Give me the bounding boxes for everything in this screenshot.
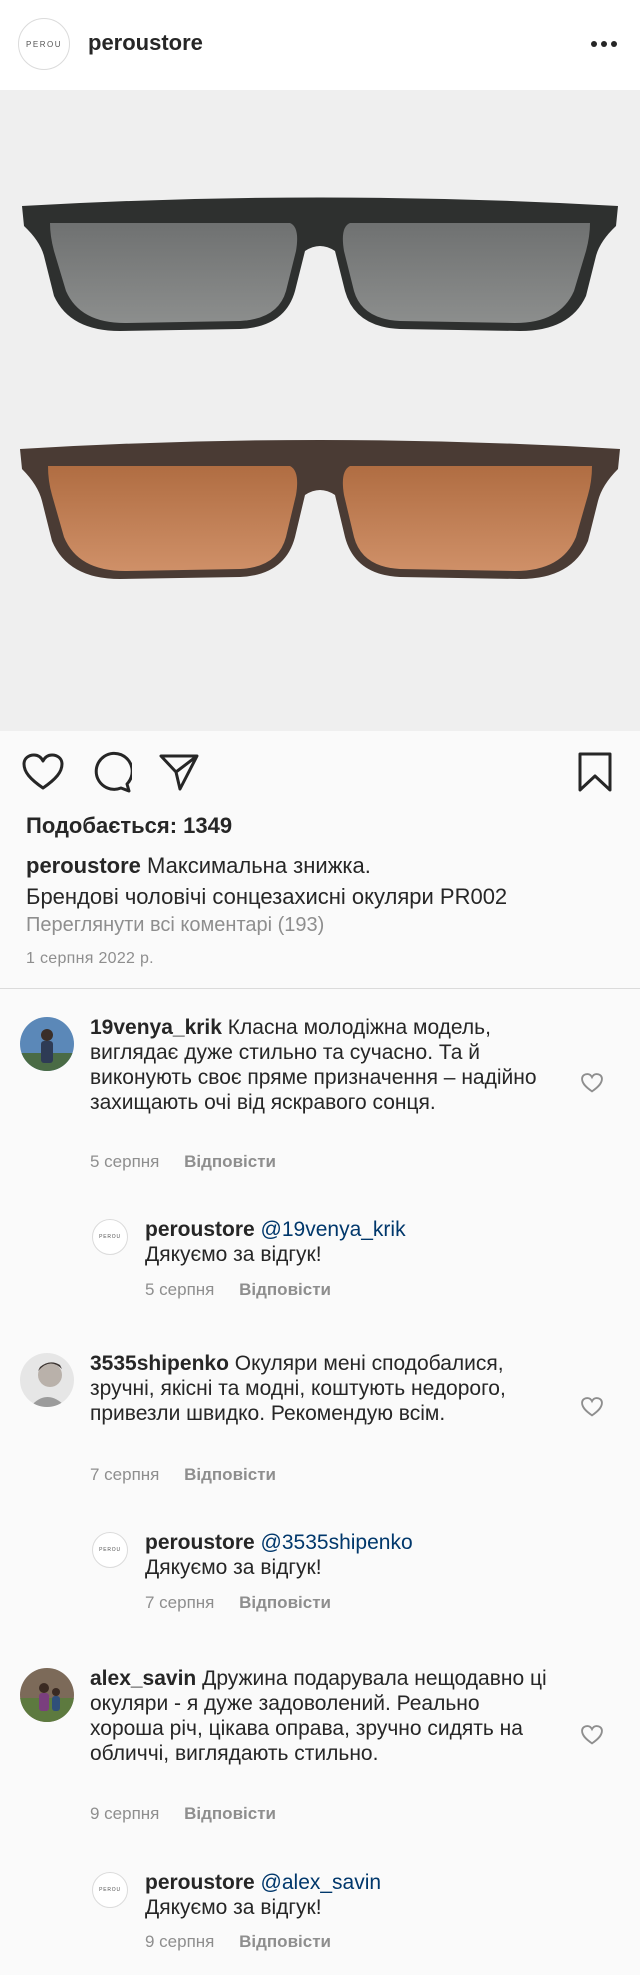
comment-like-button[interactable] [578, 1393, 606, 1421]
reply-meta: 9 серпня Відповісти [145, 1932, 331, 1952]
reply-date: 5 серпня [145, 1280, 215, 1299]
reply-button[interactable]: Відповісти [239, 1932, 331, 1951]
heart-icon [22, 753, 64, 790]
comment-date: 5 серпня [90, 1152, 160, 1171]
reply-button[interactable]: Відповісти [184, 1804, 276, 1823]
reply-avatar[interactable]: PEROU [92, 1532, 128, 1568]
more-horizontal-icon [591, 41, 617, 47]
reply-date: 7 серпня [145, 1593, 215, 1612]
comment-date: 9 серпня [90, 1804, 160, 1823]
reply-text: peroustore @alex_savin Дякуємо за відгук… [145, 1870, 585, 1920]
post-image[interactable] [0, 91, 640, 731]
comment-like-button[interactable] [578, 1721, 606, 1749]
user-avatar-photo [20, 1353, 74, 1407]
paper-plane-icon [159, 754, 199, 791]
comment-meta: 7 серпня Відповісти [90, 1465, 276, 1485]
likes-count[interactable]: Подобається: 1349 [26, 813, 232, 839]
avatar[interactable] [20, 1353, 74, 1407]
sunglasses-brown [20, 440, 620, 579]
reply-mention[interactable]: @19venya_krik [261, 1218, 406, 1241]
reply-text: peroustore @19venya_krik Дякуємо за відг… [145, 1217, 585, 1267]
more-options-button[interactable] [584, 26, 624, 62]
profile-avatar[interactable]: PEROU [18, 18, 70, 70]
share-button[interactable] [156, 749, 202, 795]
reply-button[interactable]: Відповісти [184, 1152, 276, 1171]
reply-username[interactable]: peroustore [145, 1871, 255, 1894]
reply-meta: 7 серпня Відповісти [145, 1593, 331, 1613]
caption-line-1: Максимальна знижка. [147, 853, 371, 878]
sunglasses-black-grey [22, 197, 618, 331]
reply-body: Дякуємо за відгук! [145, 1896, 322, 1919]
comment-text: 19venya_krik Класна молодіжна модель, ви… [90, 1015, 550, 1115]
comment-text: alex_savin Дружина подарувала нещодавно … [90, 1666, 550, 1766]
reply-body: Дякуємо за відгук! [145, 1556, 322, 1579]
comment-date: 7 серпня [90, 1465, 160, 1484]
comment-text: 3535shipenko Окуляри мені сподобалися, з… [90, 1351, 550, 1426]
comment-meta: 5 серпня Відповісти [90, 1152, 276, 1172]
reply-text: peroustore @3535shipenko Дякуємо за відг… [145, 1530, 585, 1580]
comment-meta: 9 серпня Відповісти [90, 1804, 276, 1824]
post-header: PEROU peroustore [0, 0, 640, 91]
comment-username[interactable]: 3535shipenko [90, 1352, 229, 1375]
reply-mention[interactable]: @alex_savin [261, 1871, 382, 1894]
reply-username[interactable]: peroustore [145, 1531, 255, 1554]
reply-avatar[interactable]: PEROU [92, 1872, 128, 1908]
avatar[interactable] [20, 1017, 74, 1071]
small-heart-icon [581, 1725, 603, 1745]
avatar-logo-text: PEROU [26, 39, 62, 49]
reply-button[interactable]: Відповісти [239, 1593, 331, 1612]
reply-body: Дякуємо за відгук! [145, 1243, 322, 1266]
comment-bubble-icon [94, 751, 132, 793]
header-username[interactable]: peroustore [88, 30, 203, 56]
avatar-logo-text: PEROU [99, 1234, 121, 1240]
caption-username[interactable]: peroustore [26, 853, 141, 878]
comment-username[interactable]: 19venya_krik [90, 1016, 222, 1039]
avatar-logo-text: PEROU [99, 1887, 121, 1893]
reply-avatar[interactable]: PEROU [92, 1219, 128, 1255]
avatar-logo-text: PEROU [99, 1547, 121, 1553]
post-actions-bar [0, 731, 640, 811]
caption-line-2: Брендові чоловічі сонцезахисні окуляри P… [26, 884, 508, 909]
bookmark-icon [578, 752, 612, 792]
view-all-comments-link[interactable]: Переглянути всі коментарі (193) [26, 914, 324, 937]
reply-username[interactable]: peroustore [145, 1218, 255, 1241]
sunglasses-product-image [20, 197, 620, 579]
post-caption: peroustore Максимальна знижка. Брендові … [26, 850, 626, 912]
like-button[interactable] [20, 749, 66, 795]
comment-like-button[interactable] [578, 1069, 606, 1097]
reply-date: 9 серпня [145, 1932, 215, 1951]
comment-button[interactable] [88, 749, 134, 795]
save-button[interactable] [572, 749, 618, 795]
small-heart-icon [581, 1397, 603, 1417]
reply-button[interactable]: Відповісти [239, 1280, 331, 1299]
user-avatar-photo [20, 1017, 74, 1071]
small-heart-icon [581, 1073, 603, 1093]
post-date: 1 серпня 2022 р. [26, 950, 154, 967]
user-avatar-photo [20, 1668, 74, 1722]
reply-meta: 5 серпня Відповісти [145, 1280, 331, 1300]
comment-username[interactable]: alex_savin [90, 1667, 196, 1690]
reply-mention[interactable]: @3535shipenko [261, 1531, 413, 1554]
divider [0, 988, 640, 989]
reply-button[interactable]: Відповісти [184, 1465, 276, 1484]
avatar[interactable] [20, 1668, 74, 1722]
